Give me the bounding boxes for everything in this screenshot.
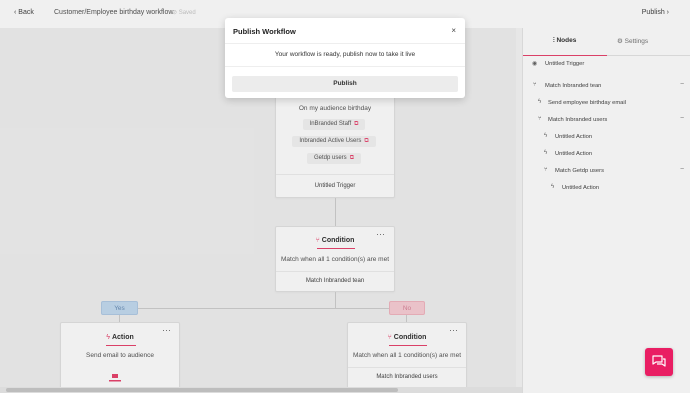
- branch-icon: ⑂: [387, 334, 392, 341]
- audience-tag-label: Inbranded Active Users: [299, 138, 362, 144]
- nodes-sidebar: ⫶ Nodes ⚙ Settings ◉ Untitled Trigger ⑂ …: [522, 28, 690, 393]
- condition-description: Match when all 1 condition(s) are met: [280, 256, 390, 263]
- action-description: Send email to audience: [86, 352, 154, 359]
- connector-line: [119, 308, 407, 309]
- audience-tag[interactable]: Getdp users ⧉: [307, 153, 361, 164]
- audience-tag-label: InBranded Staff: [309, 121, 352, 127]
- modal-divider: [225, 66, 465, 67]
- publish-button[interactable]: Publish: [232, 76, 458, 92]
- tree-item-action[interactable]: Send employee birthday email: [548, 100, 626, 106]
- condition-footer: Match Inbranded tean: [276, 271, 394, 292]
- inbranded-logo-icon: [109, 374, 121, 382]
- back-button[interactable]: ‹ Back: [14, 9, 34, 16]
- condition-node[interactable]: ··· ⑂ Condition Match when all 1 conditio…: [347, 322, 467, 393]
- tree-item-condition[interactable]: Match Inbranded tean: [545, 83, 601, 89]
- title-underline: [106, 345, 136, 346]
- tree-item-action[interactable]: Untitled Action: [562, 185, 599, 191]
- bolt-icon: ϟ: [106, 334, 110, 341]
- tree-item-action[interactable]: Untitled Action: [555, 151, 592, 157]
- external-link-icon: ⧉: [354, 121, 359, 127]
- condition-footer: Match Inbranded users: [348, 367, 466, 388]
- condition-title-label: Condition: [393, 334, 427, 341]
- condition-title: ⑂ Condition: [276, 237, 394, 244]
- gear-icon: ⚙: [617, 38, 625, 45]
- tab-nodes-label: Nodes: [556, 37, 577, 44]
- more-options-icon[interactable]: ···: [162, 326, 171, 335]
- breadcrumb: Customer/Employee birthday workflow: [54, 9, 174, 16]
- condition-node[interactable]: ··· ⑂ Condition Match when all 1 conditio…: [275, 226, 395, 292]
- condition-title-label: Condition: [321, 237, 355, 244]
- condition-description: Match when all 1 condition(s) are met: [352, 352, 462, 359]
- scrollbar-thumb[interactable]: [6, 388, 398, 392]
- trigger-footer: Untitled Trigger: [276, 174, 394, 198]
- tab-settings[interactable]: ⚙ Settings: [617, 37, 648, 45]
- publish-header-button[interactable]: Publish ›: [642, 9, 669, 16]
- trigger-description: On my audience birthday: [298, 105, 372, 112]
- audience-tag[interactable]: Inbranded Active Users ⧉: [292, 136, 376, 147]
- bolt-icon: ϟ: [544, 150, 548, 156]
- title-underline: [389, 345, 427, 346]
- tree-item-condition[interactable]: Match Inbranded users: [548, 117, 607, 123]
- external-link-icon: ⧉: [349, 155, 354, 161]
- condition-title: ⑂ Condition: [348, 334, 466, 341]
- tab-settings-label: Settings: [624, 38, 649, 45]
- close-icon[interactable]: ×: [451, 26, 456, 35]
- collapse-icon[interactable]: −: [680, 166, 684, 173]
- modal-title: Publish Workflow: [233, 27, 296, 36]
- horizontal-scrollbar[interactable]: [0, 387, 522, 393]
- branch-icon: ⑂: [315, 237, 320, 244]
- active-tab-indicator: [523, 55, 607, 56]
- connector-line: [335, 198, 336, 226]
- trigger-node[interactable]: On my audience birthday InBranded Staff ⧉…: [275, 90, 395, 198]
- chat-icon: [652, 355, 666, 367]
- chat-support-button[interactable]: [645, 348, 673, 376]
- play-icon: ◉: [532, 61, 538, 67]
- bolt-icon: ϟ: [544, 133, 548, 139]
- collapse-icon[interactable]: −: [680, 115, 684, 122]
- external-link-icon: ⧉: [364, 138, 369, 144]
- bolt-icon: ϟ: [538, 99, 542, 105]
- tab-divider: [607, 55, 690, 56]
- modal-divider: [225, 43, 465, 44]
- collapse-icon[interactable]: −: [680, 81, 684, 88]
- saved-status: ⊘ Saved: [172, 10, 196, 16]
- publish-workflow-modal: Publish Workflow × Your workflow is read…: [225, 18, 465, 98]
- no-branch-label[interactable]: No: [389, 301, 425, 315]
- tree-item-action[interactable]: Untitled Action: [555, 134, 592, 140]
- tree-item-condition[interactable]: Match Getdp users: [555, 168, 604, 174]
- audience-tag-label: Getdp users: [314, 155, 347, 161]
- branch-icon: ⑂: [533, 82, 537, 88]
- sidebar-tabs: ⫶ Nodes ⚙ Settings: [523, 32, 690, 56]
- tree-item-trigger[interactable]: Untitled Trigger: [545, 61, 584, 67]
- title-underline: [317, 248, 355, 249]
- more-options-icon[interactable]: ···: [449, 326, 458, 335]
- bolt-icon: ϟ: [551, 184, 555, 190]
- modal-message: Your workflow is ready, publish now to t…: [274, 51, 416, 58]
- tab-nodes[interactable]: ⫶ Nodes: [553, 37, 576, 45]
- action-title-label: Action: [111, 334, 134, 341]
- branch-icon: ⑂: [544, 167, 548, 173]
- branch-icon: ⑂: [538, 116, 542, 122]
- yes-branch-label[interactable]: Yes: [101, 301, 138, 315]
- action-title: ϟ Action: [61, 334, 179, 341]
- connector-line: [335, 292, 336, 308]
- audience-tag[interactable]: InBranded Staff ⧉: [303, 119, 365, 130]
